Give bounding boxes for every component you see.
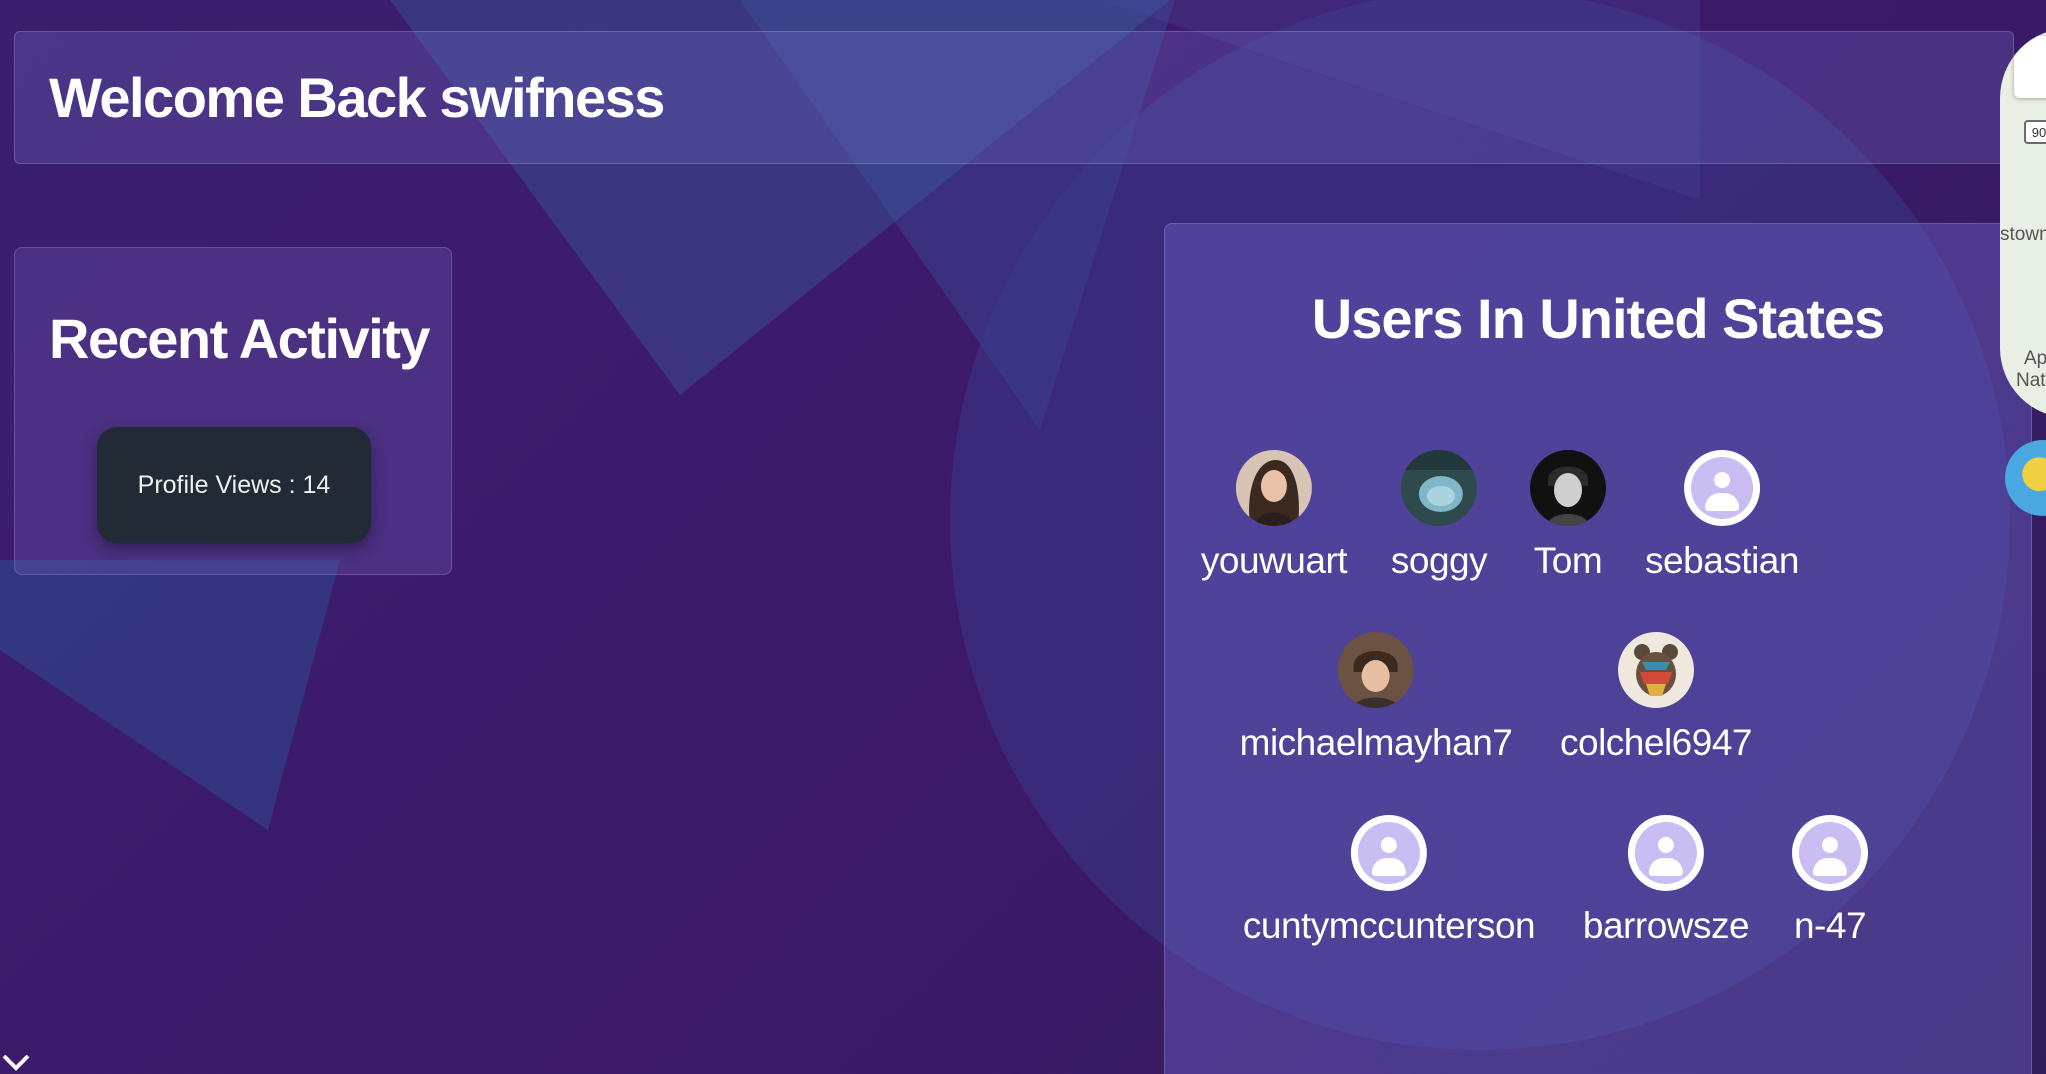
users-panel-title: Users In United States xyxy=(1311,287,1885,350)
users-location-card: Users In United States youwuart soggy To… xyxy=(1164,223,2032,1074)
user-item-colchel6947[interactable]: colchel6947 xyxy=(1560,632,1752,764)
user-item-michaelmayhan7[interactable]: michaelmayhan7 xyxy=(1240,632,1513,764)
default-user-icon xyxy=(1683,450,1760,526)
default-user-icon xyxy=(1792,815,1868,891)
profile-views-button[interactable]: Profile Views : 14 xyxy=(97,427,371,543)
user-item-youwuart[interactable]: youwuart xyxy=(1200,450,1348,582)
user-avatar xyxy=(1400,450,1477,526)
user-avatar xyxy=(1235,450,1312,526)
default-user-icon xyxy=(1628,815,1704,891)
map-widget[interactable]: 90 stown Ap Nat xyxy=(2000,28,2046,418)
welcome-title: Welcome Back swifness xyxy=(49,66,665,129)
route-shield-icon: 90 xyxy=(2024,120,2046,144)
map-place-label: stown xyxy=(2000,224,2046,245)
user-item-sebastian[interactable]: sebastian xyxy=(1645,450,1799,582)
map-control-button[interactable] xyxy=(2014,36,2046,98)
user-avatar xyxy=(1338,632,1414,708)
username: soggy xyxy=(1390,540,1488,581)
username: michaelmayhan7 xyxy=(1239,722,1513,763)
welcome-header: Welcome Back swifness xyxy=(14,31,2014,164)
default-user-icon xyxy=(1351,815,1427,891)
user-item-soggy[interactable]: soggy xyxy=(1390,450,1488,582)
username: youwuart xyxy=(1200,540,1348,581)
user-item-tom[interactable]: Tom xyxy=(1530,450,1606,582)
username: sebastian xyxy=(1645,540,1799,581)
recent-activity-card: Recent Activity Profile Views : 14 xyxy=(14,247,452,575)
username: n-47 xyxy=(1793,905,1867,946)
user-item-cuntymccunterson[interactable]: cuntymccunterson xyxy=(1242,815,1536,947)
username: cuntymccunterson xyxy=(1242,905,1536,946)
user-avatar xyxy=(1617,632,1694,708)
username: Tom xyxy=(1533,540,1603,581)
map-place-label: Nat xyxy=(2016,370,2046,391)
username: colchel6947 xyxy=(1560,722,1752,763)
user-item-barrowsze[interactable]: barrowsze xyxy=(1582,815,1750,947)
username: barrowsze xyxy=(1582,905,1750,946)
map-place-label: Ap xyxy=(2024,348,2046,369)
user-item-n-47[interactable]: n-47 xyxy=(1792,815,1868,947)
recent-activity-title: Recent Activity xyxy=(49,307,431,370)
user-avatar xyxy=(1530,450,1606,526)
chevron-down-icon[interactable] xyxy=(0,1050,32,1074)
